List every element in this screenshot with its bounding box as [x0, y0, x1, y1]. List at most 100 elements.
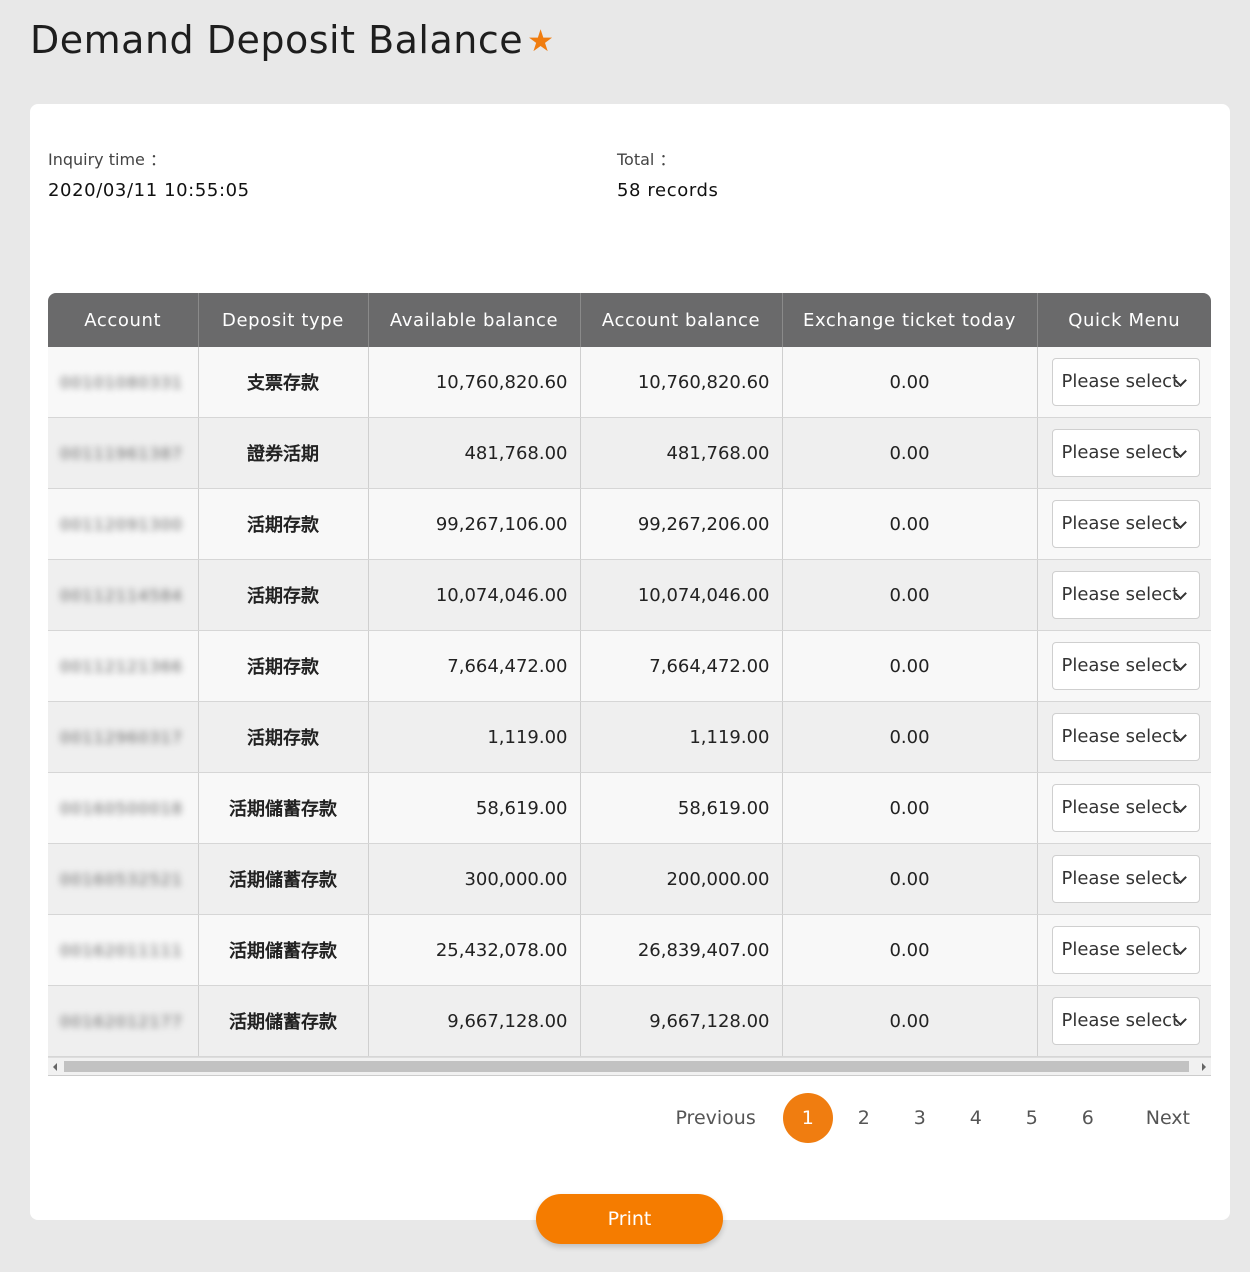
- available-balance-cell: 481,768.00: [367, 417, 580, 489]
- print-button[interactable]: Print: [536, 1194, 723, 1244]
- inquiry-time-value: 2020/03/11 10:55:05: [48, 180, 250, 201]
- quick-menu-select-value: Please select: [1061, 584, 1180, 605]
- exchange-ticket-cell: 0.00: [781, 559, 1037, 631]
- quick-menu-select-value: Please select: [1061, 868, 1180, 889]
- account-cell: 00112091300: [48, 488, 198, 560]
- page-button-2[interactable]: 2: [836, 1107, 892, 1129]
- deposit-type-cell: 活期儲蓄存款: [197, 843, 368, 915]
- scroll-right-arrow-icon[interactable]: [1202, 1063, 1206, 1071]
- account-balance-cell: 9,667,128.00: [579, 985, 782, 1057]
- total-value: 58 records: [617, 180, 719, 201]
- table-row: 00160500018 活期儲蓄存款 58,619.00 58,619.00 0.00 P…: [48, 772, 1211, 844]
- account-number-blurred[interactable]: 00112114584: [60, 586, 183, 605]
- quick-menu-cell: Please select: [1036, 772, 1211, 844]
- available-balance-cell: 9,667,128.00: [367, 985, 580, 1057]
- available-balance-cell: 300,000.00: [367, 843, 580, 915]
- horizontal-scrollbar[interactable]: [48, 1057, 1211, 1076]
- available-balance-cell: 58,619.00: [367, 772, 580, 844]
- quick-menu-select[interactable]: Please select: [1051, 571, 1200, 619]
- quick-menu-select-value: Please select: [1061, 442, 1180, 463]
- exchange-ticket-cell: 0.00: [781, 488, 1037, 560]
- balance-table-wrapper: Account Deposit type Available balance A…: [48, 293, 1211, 1075]
- page-button-4[interactable]: 4: [948, 1107, 1004, 1129]
- account-cell: 00101080331: [48, 347, 198, 418]
- quick-menu-select[interactable]: Please select: [1051, 784, 1200, 832]
- table-row: 00112114584 活期存款 10,074,046.00 10,074,046.0…: [48, 559, 1211, 631]
- table-row: 00101080331 支票存款 10,760,820.60 10,760,820.6…: [48, 347, 1211, 418]
- quick-menu-select[interactable]: Please select: [1051, 429, 1200, 477]
- account-balance-cell: 10,760,820.60: [579, 347, 782, 418]
- deposit-type-cell: 活期儲蓄存款: [197, 914, 368, 986]
- quick-menu-cell: Please select: [1036, 417, 1211, 489]
- previous-page-button[interactable]: Previous: [675, 1107, 755, 1129]
- account-cell: 00162011111: [48, 914, 198, 986]
- account-number-blurred[interactable]: 00160500018: [60, 799, 183, 818]
- table-row: 00111961387 證券活期 481,768.00 481,768.00 0.00 P…: [48, 417, 1211, 489]
- account-cell: 00111961387: [48, 417, 198, 489]
- account-number-blurred[interactable]: 00162012177: [60, 1012, 183, 1031]
- exchange-ticket-cell: 0.00: [781, 772, 1037, 844]
- exchange-ticket-cell: 0.00: [781, 843, 1037, 915]
- account-number-blurred[interactable]: 00160532521: [60, 870, 183, 889]
- deposit-type-cell: 活期儲蓄存款: [197, 772, 368, 844]
- table-row: 00112960317 活期存款 1,119.00 1,119.00 0.00 Pleas…: [48, 701, 1211, 773]
- quick-menu-select-value: Please select: [1061, 726, 1180, 747]
- available-balance-cell: 7,664,472.00: [367, 630, 580, 702]
- scroll-left-arrow-icon[interactable]: [53, 1063, 57, 1071]
- account-cell: 00112960317: [48, 701, 198, 773]
- exchange-ticket-cell: 0.00: [781, 985, 1037, 1057]
- account-balance-cell: 58,619.00: [579, 772, 782, 844]
- column-header-exchange-ticket-today: Exchange ticket today: [781, 293, 1037, 347]
- quick-menu-cell: Please select: [1036, 914, 1211, 986]
- account-number-blurred[interactable]: 00112960317: [60, 728, 183, 747]
- exchange-ticket-cell: 0.00: [781, 701, 1037, 773]
- deposit-type-cell: 活期存款: [197, 701, 368, 773]
- quick-menu-select-value: Please select: [1061, 939, 1180, 960]
- deposit-type-cell: 證券活期: [197, 417, 368, 489]
- account-cell: 00160500018: [48, 772, 198, 844]
- available-balance-cell: 10,760,820.60: [367, 347, 580, 418]
- quick-menu-cell: Please select: [1036, 630, 1211, 702]
- table-row: 00162011111 活期儲蓄存款 25,432,078.00 26,839,407…: [48, 914, 1211, 986]
- account-number-blurred[interactable]: 00162011111: [60, 941, 183, 960]
- page-title: Demand Deposit Balance ★: [30, 18, 555, 62]
- column-header-deposit-type: Deposit type: [197, 293, 368, 347]
- quick-menu-select-value: Please select: [1061, 797, 1180, 818]
- account-number-blurred[interactable]: 00111961387: [60, 444, 183, 463]
- account-number-blurred[interactable]: 00112091300: [60, 515, 183, 534]
- page-button-3[interactable]: 3: [892, 1107, 948, 1129]
- available-balance-cell: 10,074,046.00: [367, 559, 580, 631]
- quick-menu-select[interactable]: Please select: [1051, 642, 1200, 690]
- exchange-ticket-cell: 0.00: [781, 347, 1037, 418]
- column-header-account-balance: Account balance: [579, 293, 782, 347]
- quick-menu-select[interactable]: Please select: [1051, 358, 1200, 406]
- account-balance-cell: 200,000.00: [579, 843, 782, 915]
- quick-menu-select[interactable]: Please select: [1051, 997, 1200, 1045]
- column-header-available-balance: Available balance: [367, 293, 580, 347]
- total-label: Total ：: [617, 150, 676, 169]
- favorite-star-icon[interactable]: ★: [527, 24, 554, 59]
- page-button-5[interactable]: 5: [1004, 1107, 1060, 1129]
- quick-menu-select[interactable]: Please select: [1051, 500, 1200, 548]
- page-button-6[interactable]: 6: [1060, 1107, 1116, 1129]
- quick-menu-cell: Please select: [1036, 488, 1211, 560]
- quick-menu-select[interactable]: Please select: [1051, 926, 1200, 974]
- available-balance-cell: 25,432,078.00: [367, 914, 580, 986]
- next-page-button[interactable]: Next: [1146, 1107, 1190, 1129]
- deposit-type-cell: 活期存款: [197, 488, 368, 560]
- account-balance-cell: 7,664,472.00: [579, 630, 782, 702]
- account-cell: 00160532521: [48, 843, 198, 915]
- account-number-blurred[interactable]: 00101080331: [60, 373, 183, 392]
- table-row: 00162012177 活期儲蓄存款 9,667,128.00 9,667,128.0…: [48, 985, 1211, 1057]
- scrollbar-thumb[interactable]: [64, 1061, 1189, 1072]
- exchange-ticket-cell: 0.00: [781, 417, 1037, 489]
- exchange-ticket-cell: 0.00: [781, 914, 1037, 986]
- quick-menu-select[interactable]: Please select: [1051, 713, 1200, 761]
- account-balance-cell: 481,768.00: [579, 417, 782, 489]
- page-button-1[interactable]: 1: [782, 1093, 833, 1143]
- balance-table: Account Deposit type Available balance A…: [48, 293, 1211, 1057]
- quick-menu-select[interactable]: Please select: [1051, 855, 1200, 903]
- account-number-blurred[interactable]: 00112121366: [60, 657, 183, 676]
- inquiry-time-block: Inquiry time ： 2020/03/11 10:55:05: [48, 146, 250, 201]
- account-balance-cell: 10,074,046.00: [579, 559, 782, 631]
